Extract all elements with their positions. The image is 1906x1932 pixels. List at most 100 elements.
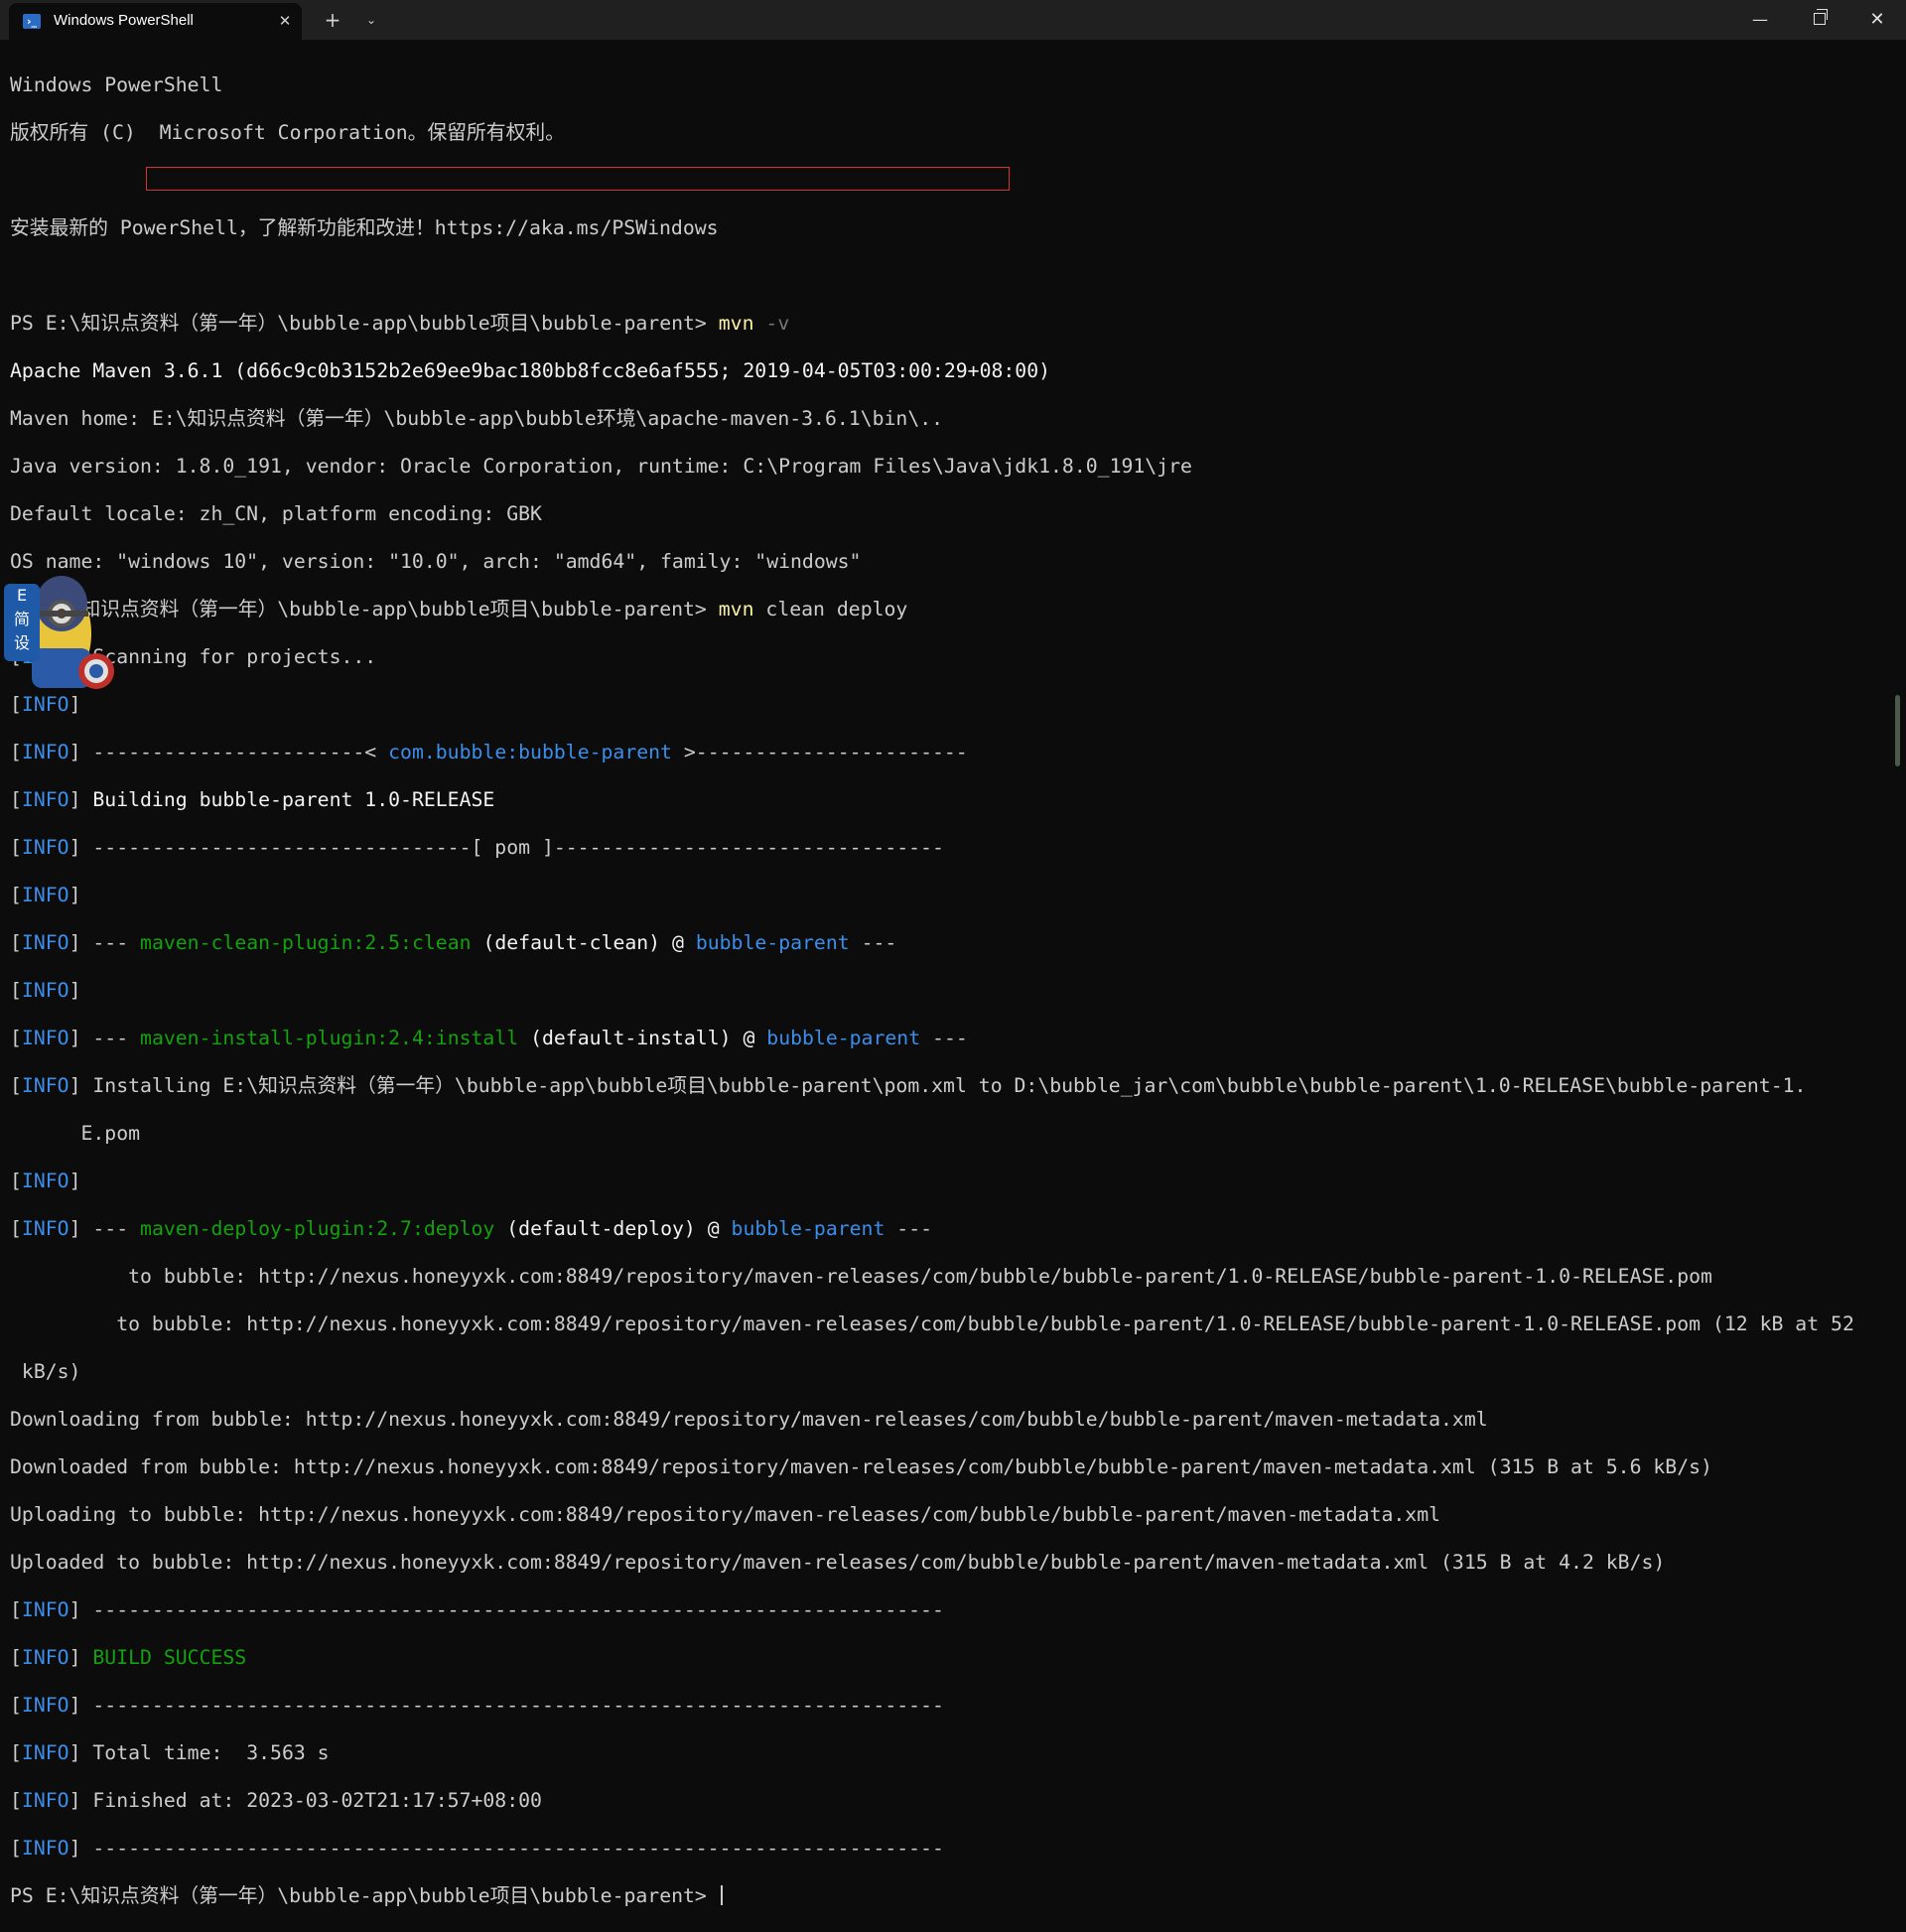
scrollbar-thumb[interactable] xyxy=(1895,695,1900,766)
artifact-id: com.bubble:bubble-parent xyxy=(388,741,672,763)
log-line: [INFO] --- maven-install-plugin:2.4:inst… xyxy=(10,1027,968,1049)
tab-windows-powershell[interactable]: ›_ Windows PowerShell ✕ xyxy=(9,3,302,40)
restore-button[interactable] xyxy=(1792,0,1847,38)
prompt-line: PS E:\知识点资料（第一年）\bubble-app\bubble项目\bub… xyxy=(10,312,1881,336)
chevron-down-icon[interactable]: ⌄ xyxy=(359,8,383,32)
log-line: [INFO] ---------------------------------… xyxy=(10,1694,944,1717)
info-tag: INFO xyxy=(21,1646,69,1669)
project-name: bubble-parent xyxy=(695,931,850,954)
tab-title: Windows PowerShell xyxy=(54,12,194,29)
text-cursor xyxy=(720,1885,723,1905)
info-tag: INFO xyxy=(21,1598,69,1621)
log-line: [INFO] ---------------------------------… xyxy=(10,1837,944,1860)
plugin-goal: (default-install) @ xyxy=(530,1027,755,1049)
plugin-goal: (default-clean) @ xyxy=(482,931,684,954)
log-line: [INFO] xyxy=(10,693,81,716)
tab-close-icon[interactable]: ✕ xyxy=(273,9,297,33)
separator: --- xyxy=(896,1217,933,1240)
log-line: Uploading to bubble: http://nexus.honeyy… xyxy=(10,1503,1441,1526)
prompt: PS E:\知识点资料（第一年）\bubble-app\bubble项目\bub… xyxy=(10,1884,707,1907)
plugin-name: maven-clean-plugin:2.5:clean xyxy=(140,931,472,954)
log-line: [INFO] -----------------------< com.bubb… xyxy=(10,741,968,763)
terminal-output[interactable]: Windows PowerShell 版权所有 (C) Microsoft Co… xyxy=(10,50,1881,1932)
prompt-line: PS E:\知识点资料（第一年）\bubble-app\bubble项目\bub… xyxy=(10,598,1881,621)
log-line: [INFO] xyxy=(10,1170,81,1192)
log-line: [INFO] --- maven-clean-plugin:2.5:clean … xyxy=(10,931,897,954)
title-bar: ›_ Windows PowerShell ✕ + ⌄ — ✕ xyxy=(0,0,1906,40)
separator: --------------------------------[ pom ]-… xyxy=(92,836,944,859)
maven-version: Apache Maven 3.6.1 (d66c9c0b3152b2e69ee9… xyxy=(10,359,1051,382)
log-text: Scanning for projects... xyxy=(92,645,377,668)
project-name: bubble-parent xyxy=(731,1217,885,1240)
build-success: BUILD SUCCESS xyxy=(92,1646,247,1669)
separator: --- xyxy=(932,1027,968,1049)
log-line: [INFO] ---------------------------------… xyxy=(10,1598,944,1621)
project-name: bubble-parent xyxy=(766,1027,921,1049)
log-line: [INFO] Total time: 3.563 s xyxy=(10,1741,330,1764)
powershell-icon: ›_ xyxy=(23,14,41,29)
banner-title: Windows PowerShell xyxy=(10,73,223,96)
command: mvn xyxy=(718,312,754,335)
maven-home-label: Maven home: xyxy=(10,407,141,430)
separator: --- xyxy=(92,1217,129,1240)
log-text: Installing E:\知识点资料（第一年）\bubble-app\bubb… xyxy=(92,1074,1807,1097)
info-tag: INFO xyxy=(21,1837,69,1860)
log-line: [INFO] BUILD SUCCESS xyxy=(10,1646,247,1669)
new-tab-button[interactable]: + xyxy=(320,8,345,32)
info-tag: INFO xyxy=(21,931,69,954)
separator: ----------------------------------------… xyxy=(92,1598,944,1621)
log-line: Uploaded to bubble: http://nexus.honeyyx… xyxy=(10,1551,1666,1574)
info-tag: INFO xyxy=(21,1074,69,1097)
command-arg: -v xyxy=(765,312,790,335)
log-line: [INFO] Installing E:\知识点资料（第一年）\bubble-a… xyxy=(10,1074,1807,1097)
separator: ----------------------------------------… xyxy=(92,1694,944,1717)
total-time: Total time: 3.563 s xyxy=(92,1741,330,1764)
log-line-wrap: E.pom xyxy=(10,1122,1881,1146)
log-line: [INFO] Finished at: 2023-03-02T21:17:57+… xyxy=(10,1789,542,1812)
plugin-goal: (default-deploy) @ xyxy=(506,1217,720,1240)
finished-at: Finished at: 2023-03-02T21:17:57+08:00 xyxy=(92,1789,542,1812)
close-button[interactable]: ✕ xyxy=(1849,0,1905,38)
log-line: [INFO] xyxy=(10,884,81,906)
log-text: E.pom xyxy=(80,1122,141,1145)
log-line: [INFO] --- maven-deploy-plugin:2.7:deplo… xyxy=(10,1217,933,1240)
info-tag: INFO xyxy=(21,741,69,763)
info-tag: INFO xyxy=(21,788,69,811)
log-text: to bubble: http://nexus.honeyyxk.com:884… xyxy=(128,1265,1712,1288)
separator: --- xyxy=(861,931,897,954)
plugin-name: maven-install-plugin:2.4:install xyxy=(140,1027,519,1049)
prompt-line[interactable]: PS E:\知识点资料（第一年）\bubble-app\bubble项目\bub… xyxy=(10,1884,1881,1908)
info-tag: INFO xyxy=(21,1694,69,1717)
default-locale: Default locale: zh_CN, platform encoding… xyxy=(10,502,542,525)
log-line: Downloaded from bubble: http://nexus.hon… xyxy=(10,1455,1712,1478)
log-text: Building bubble-parent 1.0-RELEASE xyxy=(92,788,495,811)
info-tag: INFO xyxy=(21,884,69,906)
banner-update: 安装最新的 PowerShell，了解新功能和改进！https://aka.ms… xyxy=(10,216,719,239)
log-line: [INFO] Scanning for projects... xyxy=(10,645,1881,669)
separator: --- xyxy=(92,931,129,954)
separator: --- xyxy=(92,1027,129,1049)
log-text: to bubble: http://nexus.honeyyxk.com:884… xyxy=(116,1312,1854,1335)
log-line: to bubble: http://nexus.honeyyxk.com:884… xyxy=(10,1312,1881,1336)
info-tag: INFO xyxy=(21,1170,69,1192)
separator: >----------------------- xyxy=(683,741,968,763)
info-tag: INFO xyxy=(21,1789,69,1812)
ime-badge[interactable]: E 简 设 xyxy=(4,584,40,661)
info-tag: INFO xyxy=(21,1741,69,1764)
log-line-wrap: kB/s) xyxy=(10,1360,81,1383)
maven-home-value: E:\知识点资料（第一年）\bubble-app\bubble环境\apache… xyxy=(151,407,944,430)
info-tag: INFO xyxy=(21,979,69,1002)
command: mvn xyxy=(718,598,754,621)
separator: -----------------------< xyxy=(92,741,377,763)
plugin-name: maven-deploy-plugin:2.7:deploy xyxy=(140,1217,495,1240)
log-line: to bubble: http://nexus.honeyyxk.com:884… xyxy=(10,1265,1881,1289)
highlight-box xyxy=(146,167,1010,191)
separator: ----------------------------------------… xyxy=(92,1837,944,1860)
minimize-button[interactable]: — xyxy=(1732,0,1788,38)
command-args: clean deploy xyxy=(765,598,908,621)
banner-copyright: 版权所有 (C) Microsoft Corporation。保留所有权利。 xyxy=(10,121,565,144)
ime-badge-text: E 简 设 xyxy=(13,586,30,652)
maven-home-line: Maven home: E:\知识点资料（第一年）\bubble-app\bub… xyxy=(10,407,1881,431)
log-line: [INFO] xyxy=(10,979,81,1002)
